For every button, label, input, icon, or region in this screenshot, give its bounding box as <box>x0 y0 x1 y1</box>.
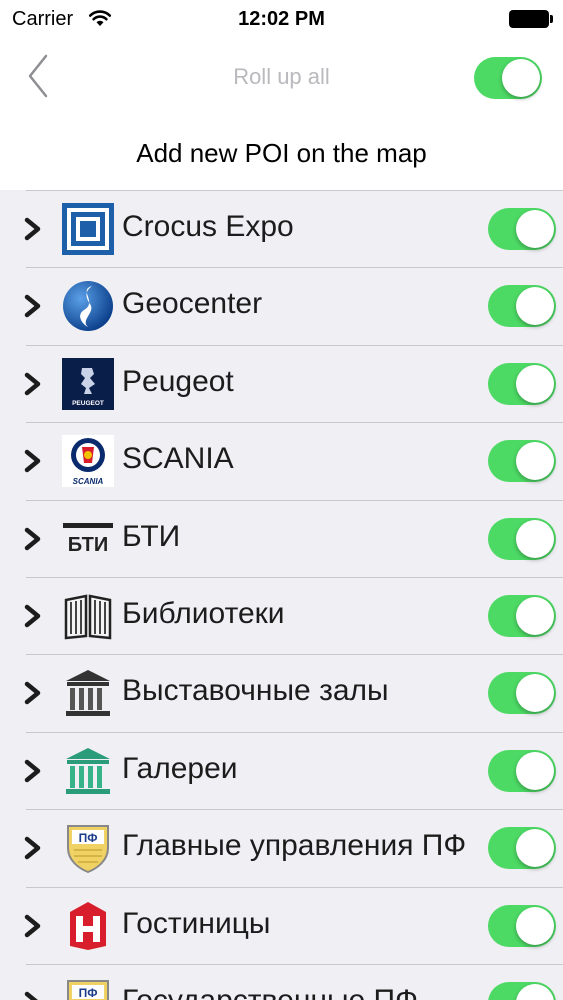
museum-icon <box>62 667 114 719</box>
expand-chevron-icon[interactable] <box>22 293 44 319</box>
poi-row[interactable]: Галереи <box>0 731 563 809</box>
poi-label: Главные управления ПФ <box>122 829 467 863</box>
poi-row[interactable]: Geocenter <box>0 267 563 344</box>
poi-label: Библиотеки <box>122 596 285 630</box>
expand-chevron-icon[interactable] <box>22 835 44 861</box>
expand-chevron-icon[interactable] <box>22 913 44 939</box>
toggle-knob <box>516 596 554 635</box>
crocus-expo-logo-icon <box>62 203 114 255</box>
poi-label: Гостиницы <box>122 906 271 940</box>
poi-label: БТИ <box>122 519 181 553</box>
poi-toggle[interactable] <box>488 594 556 637</box>
roll-up-all-toggle[interactable] <box>474 57 542 99</box>
expand-chevron-icon[interactable] <box>22 216 44 242</box>
svg-text:ПФ: ПФ <box>79 831 98 845</box>
expand-chevron-icon[interactable] <box>22 371 44 397</box>
poi-label: Галереи <box>122 751 238 785</box>
svg-text:БТИ: БТИ <box>68 534 108 556</box>
add-poi-button[interactable]: Add new POI on the map <box>0 118 563 190</box>
toggle-knob <box>502 59 540 97</box>
poi-row[interactable]: ПФ Государственные ПФ <box>0 963 563 1000</box>
poi-list: Crocus Expo Geocenter PEUGEOT Peugeot SCANIA… <box>0 190 563 1000</box>
poi-toggle[interactable] <box>488 827 556 870</box>
battery-icon <box>509 10 553 28</box>
status-bar: Carrier 12:02 PM <box>0 0 563 38</box>
poi-row[interactable]: PEUGEOT Peugeot <box>0 344 563 422</box>
poi-toggle[interactable] <box>488 904 556 947</box>
expand-chevron-icon[interactable] <box>22 758 44 784</box>
poi-toggle[interactable] <box>488 749 556 792</box>
svg-text:PEUGEOT: PEUGEOT <box>72 400 104 407</box>
poi-label: Государственные ПФ <box>122 984 418 1000</box>
hotel-icon <box>62 900 114 952</box>
expand-chevron-icon[interactable] <box>22 990 44 1000</box>
gallery-icon <box>62 745 114 797</box>
toggle-knob <box>516 829 554 868</box>
toggle-knob <box>516 906 554 945</box>
poi-row[interactable]: Выставочные залы <box>0 654 563 731</box>
poi-toggle[interactable] <box>488 981 556 1000</box>
screen: Carrier 12:02 PM Roll up all Add new POI… <box>0 0 563 1000</box>
toggle-knob <box>516 983 554 1000</box>
toggle-knob <box>516 442 554 481</box>
poi-label: SCANIA <box>122 442 234 476</box>
geocenter-logo-icon <box>62 280 114 332</box>
toggle-knob <box>516 674 554 713</box>
svg-text:ПФ: ПФ <box>79 986 98 1000</box>
svg-text:SCANIA: SCANIA <box>73 477 104 486</box>
bti-logo-icon: БТИ <box>62 512 114 565</box>
book-icon <box>62 590 114 642</box>
pf-shield-icon: ПФ <box>62 977 114 1000</box>
scania-logo-icon: SCANIA <box>62 435 114 488</box>
toggle-knob <box>516 519 554 558</box>
pf-shield-icon: ПФ <box>62 822 114 874</box>
toggle-knob <box>516 210 554 248</box>
expand-chevron-icon[interactable] <box>22 603 44 629</box>
expand-chevron-icon[interactable] <box>22 448 44 474</box>
expand-chevron-icon[interactable] <box>22 680 44 706</box>
poi-label: Crocus Expo <box>122 210 294 243</box>
nav-bar: Roll up all <box>0 38 563 118</box>
poi-label: Выставочные залы <box>122 674 389 708</box>
poi-row[interactable]: БТИ БТИ <box>0 499 563 577</box>
poi-label: Peugeot <box>122 364 234 398</box>
peugeot-logo-icon: PEUGEOT <box>62 357 114 410</box>
poi-row[interactable]: Crocus Expo <box>0 190 563 267</box>
clock: 12:02 PM <box>238 8 325 30</box>
poi-label: Geocenter <box>122 287 263 321</box>
poi-toggle[interactable] <box>488 362 556 405</box>
toggle-knob <box>516 364 554 403</box>
toggle-knob <box>516 287 554 326</box>
poi-toggle[interactable] <box>488 672 556 715</box>
poi-toggle[interactable] <box>488 208 556 250</box>
poi-row[interactable]: SCANIA SCANIA <box>0 422 563 499</box>
toggle-knob <box>516 751 554 790</box>
expand-chevron-icon[interactable] <box>22 526 44 552</box>
poi-row[interactable]: Библиотеки <box>0 576 563 654</box>
poi-row[interactable]: Гостиницы <box>0 886 563 964</box>
poi-toggle[interactable] <box>488 285 556 328</box>
poi-toggle[interactable] <box>488 440 556 483</box>
poi-toggle[interactable] <box>488 517 556 560</box>
poi-row[interactable]: ПФ Главные управления ПФ <box>0 809 563 886</box>
